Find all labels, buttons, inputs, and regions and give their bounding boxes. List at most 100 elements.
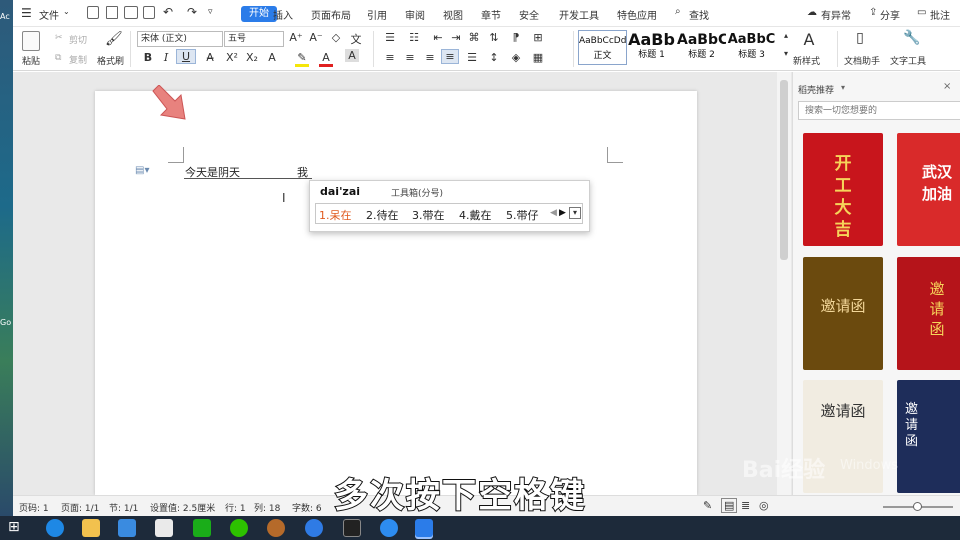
paragraph-handle-icon[interactable]: ▤▾ [135, 165, 149, 176]
tab-insert[interactable]: 插入 [273, 7, 293, 22]
print-preview-icon[interactable] [143, 6, 155, 19]
status-column[interactable]: 列: 18 [254, 501, 280, 514]
comment-button[interactable]: 批注 [930, 7, 950, 22]
table-icon[interactable]: ⊞ [531, 31, 545, 44]
pinyin-guide-icon[interactable]: 文 [349, 31, 363, 47]
template-card[interactable]: 武汉加油 [897, 133, 960, 246]
distributed-icon[interactable]: ☰ [465, 51, 479, 64]
style-normal[interactable]: AaBbCcDd 正文 [578, 30, 627, 65]
align-right-icon[interactable]: ≡ [423, 51, 437, 64]
chinese-layout-icon[interactable]: ⌘ [467, 31, 481, 44]
ime-candidate[interactable]: 1.呆在 [319, 207, 352, 223]
redo-icon[interactable]: ↷ [187, 5, 197, 19]
tab-chapter[interactable]: 章节 [481, 7, 501, 22]
align-center-icon[interactable]: ≡ [403, 51, 417, 64]
underline-icon[interactable]: U [176, 49, 196, 64]
clear-format-icon[interactable]: ◇ [329, 31, 343, 44]
share-button[interactable]: 分享 [880, 7, 900, 22]
ime-candidate[interactable]: 2.待在 [366, 207, 399, 223]
tab-developer[interactable]: 开发工具 [559, 7, 599, 22]
file-explorer-icon[interactable] [82, 519, 100, 537]
strikethrough-icon[interactable]: A̶ [203, 51, 217, 64]
text-effect-icon[interactable]: A [265, 51, 279, 64]
save-icon[interactable] [87, 6, 99, 19]
chevron-down-icon[interactable]: ▾ [841, 83, 845, 92]
style-heading-1[interactable]: AaBb 标题 1 [627, 30, 676, 65]
status-row[interactable]: 行: 1 [225, 501, 246, 514]
font-size-select[interactable]: 五号 [224, 31, 284, 47]
chevron-down-icon[interactable]: ⌄ [63, 7, 70, 16]
style-heading-3[interactable]: AaBbC 标题 3 [727, 30, 776, 65]
tab-view[interactable]: 视图 [443, 7, 463, 22]
menu-icon[interactable]: ☰ [21, 6, 32, 20]
superscript-icon[interactable]: X² [225, 51, 239, 64]
numbered-list-icon[interactable]: ☷ [407, 31, 421, 44]
tab-review[interactable]: 审阅 [405, 7, 425, 22]
status-position[interactable]: 设置值: 2.5厘米 [150, 501, 215, 514]
template-card[interactable]: 开工大吉 [803, 133, 883, 246]
browser-icon[interactable] [380, 519, 398, 537]
style-heading-2[interactable]: AaBbC 标题 2 [677, 30, 726, 65]
tab-security[interactable]: 安全 [519, 7, 539, 22]
template-card[interactable]: 邀请函 [897, 257, 960, 370]
avatar-app-icon[interactable] [267, 519, 285, 537]
close-icon[interactable]: × [943, 81, 951, 92]
wechat-icon[interactable] [230, 519, 248, 537]
ime-toolbox[interactable]: 工具箱(分号) [391, 186, 443, 199]
text-tools-button[interactable]: 文字工具 [890, 54, 926, 67]
wps-writer-icon[interactable] [415, 519, 433, 537]
format-painter-button[interactable]: 格式刷 [97, 54, 124, 67]
export-pdf-icon[interactable] [106, 6, 118, 19]
ime-candidate[interactable]: 5.带仔 [506, 207, 539, 223]
outline-view-icon[interactable]: ≣ [741, 499, 750, 512]
zoom-slider-thumb[interactable] [913, 502, 922, 511]
bullet-list-icon[interactable]: ☰ [383, 31, 397, 44]
search-command[interactable]: 查找 [689, 7, 709, 22]
sort-icon[interactable]: ⇅ [487, 31, 501, 44]
status-section[interactable]: 节: 1/1 [109, 501, 138, 514]
mail-icon[interactable] [155, 519, 173, 537]
line-spacing-icon[interactable]: ↕ [487, 51, 501, 64]
ime-candidate[interactable]: 3.带在 [412, 207, 445, 223]
border-icon[interactable]: ▦ [531, 51, 545, 64]
scroll-down-icon[interactable]: ▾ [779, 49, 793, 58]
shading-icon[interactable]: ◈ [509, 51, 523, 64]
decrease-indent-icon[interactable]: ⇤ [431, 31, 445, 44]
copy-button[interactable]: 复制 [69, 53, 87, 66]
status-pages[interactable]: 页面: 1/1 [61, 501, 99, 514]
web-view-icon[interactable]: ◎ [759, 499, 769, 512]
highlight-icon[interactable]: ✎ [295, 51, 309, 67]
font-color-icon[interactable]: A [319, 51, 333, 67]
italic-icon[interactable]: I [159, 51, 173, 64]
status-page-number[interactable]: 页码: 1 [19, 501, 49, 514]
grow-font-icon[interactable]: A⁺ [289, 31, 303, 44]
windows-start-icon[interactable]: ⊞ [8, 519, 20, 535]
ime-candidate[interactable]: 4.戴在 [459, 207, 492, 223]
cut-button[interactable]: 剪切 [69, 33, 87, 46]
sync-status[interactable]: 有异常 [821, 7, 851, 22]
char-shading-icon[interactable]: A [345, 49, 359, 62]
subscript-icon[interactable]: X₂ [245, 51, 259, 64]
customize-icon[interactable]: ▿ [208, 7, 213, 17]
file-menu[interactable]: 文件 [39, 7, 59, 22]
scroll-up-icon[interactable]: ▴ [779, 31, 793, 40]
print-icon[interactable] [124, 6, 138, 19]
page-view-icon[interactable]: ▤ [721, 498, 738, 513]
show-marks-icon[interactable]: ⁋ [509, 31, 523, 44]
vertical-scrollbar[interactable] [777, 72, 791, 495]
video-editor-icon[interactable] [343, 519, 361, 537]
paste-icon[interactable] [22, 31, 40, 51]
expand-candidates-icon[interactable]: ▾ [569, 207, 581, 219]
template-card[interactable]: 邀请函 [803, 257, 883, 370]
tab-special[interactable]: 特色应用 [617, 7, 657, 22]
increase-indent-icon[interactable]: ⇥ [449, 31, 463, 44]
justify-icon[interactable]: ≡ [441, 49, 459, 64]
template-card[interactable]: 邀请函 [897, 380, 960, 493]
tab-references[interactable]: 引用 [367, 7, 387, 22]
template-search-input[interactable] [798, 101, 960, 120]
paste-button[interactable]: 粘贴 [22, 54, 40, 67]
align-left-icon[interactable]: ≡ [383, 51, 397, 64]
iqiyi-icon[interactable] [193, 519, 211, 537]
edge-icon[interactable] [46, 519, 64, 537]
doc-assistant-button[interactable]: 文档助手 [844, 54, 880, 67]
